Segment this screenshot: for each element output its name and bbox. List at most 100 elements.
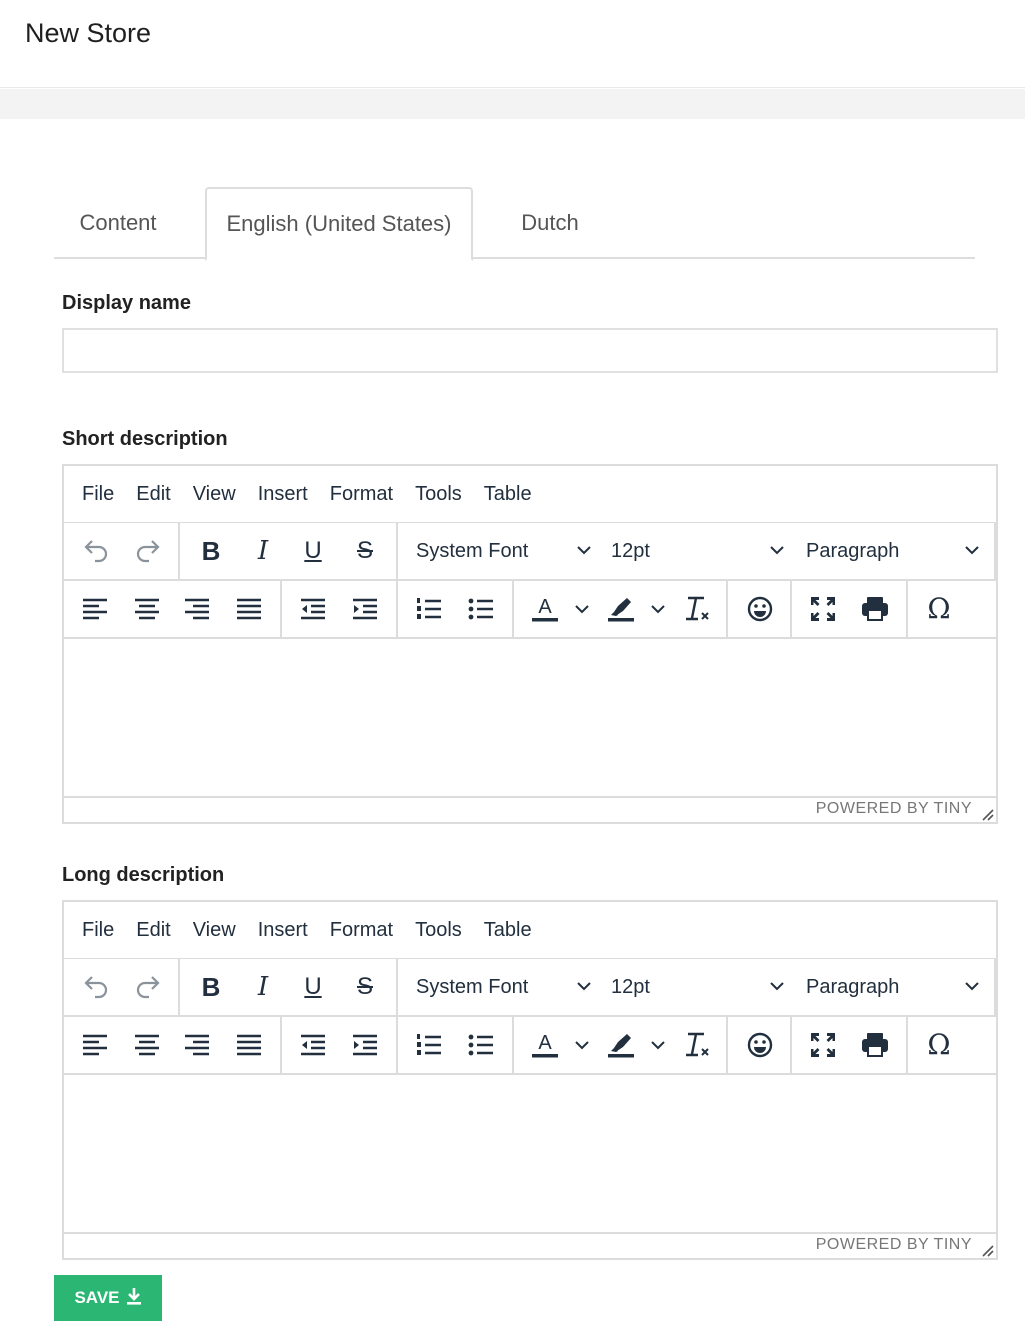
- format-group: B I U S: [180, 523, 398, 579]
- editor-content-area[interactable]: [64, 1077, 996, 1232]
- align-justify-icon[interactable]: [226, 581, 272, 637]
- menu-file[interactable]: File: [82, 919, 114, 942]
- align-center-icon[interactable]: [124, 581, 170, 637]
- powered-by-tiny-link[interactable]: POWERED BY TINY: [816, 800, 972, 818]
- special-character-icon[interactable]: Ω: [916, 1017, 962, 1073]
- align-left-icon[interactable]: [72, 1017, 118, 1073]
- print-icon[interactable]: [852, 1017, 898, 1073]
- undo-icon[interactable]: [72, 959, 118, 1015]
- redo-icon[interactable]: [126, 523, 172, 579]
- chevron-down-icon[interactable]: [644, 581, 672, 637]
- editor-menubar: File Edit View Insert Format Tools Table: [64, 902, 996, 959]
- download-icon: [126, 1287, 142, 1310]
- underline-icon[interactable]: U: [290, 523, 336, 579]
- fullscreen-icon[interactable]: [800, 581, 846, 637]
- align-right-icon[interactable]: [174, 1017, 220, 1073]
- menu-insert[interactable]: Insert: [258, 483, 308, 506]
- tab-content[interactable]: Content: [54, 187, 182, 259]
- menu-table[interactable]: Table: [484, 483, 532, 506]
- toolbar-end-divider: [994, 523, 996, 579]
- block-format-value: Paragraph: [806, 539, 900, 562]
- align-group: [64, 581, 282, 637]
- menu-format[interactable]: Format: [330, 483, 393, 506]
- svg-text:A: A: [538, 1032, 552, 1054]
- history-group: [64, 523, 180, 579]
- font-size-value: 12pt: [611, 539, 650, 562]
- highlight-icon[interactable]: [598, 1017, 644, 1073]
- editor-statusbar: POWERED BY TINY: [64, 1232, 996, 1258]
- align-justify-icon[interactable]: [226, 1017, 272, 1073]
- special-character-icon[interactable]: Ω: [916, 581, 962, 637]
- italic-icon[interactable]: I: [240, 523, 286, 579]
- outdent-icon[interactable]: [290, 581, 336, 637]
- bold-icon[interactable]: B: [188, 959, 234, 1015]
- chevron-down-icon[interactable]: [568, 1017, 596, 1073]
- chevron-down-icon[interactable]: [568, 581, 596, 637]
- indent-icon[interactable]: [342, 581, 388, 637]
- indent-group: [282, 1017, 398, 1073]
- menu-file[interactable]: File: [82, 483, 114, 506]
- align-center-icon[interactable]: [124, 1017, 170, 1073]
- emoticons-icon[interactable]: [737, 1017, 783, 1073]
- menu-tools[interactable]: Tools: [415, 483, 462, 506]
- text-color-icon[interactable]: A: [522, 1017, 568, 1073]
- font-size-select[interactable]: 12pt: [611, 959, 785, 1015]
- menu-edit[interactable]: Edit: [136, 483, 170, 506]
- bullet-list-icon[interactable]: [458, 1017, 504, 1073]
- chevron-down-icon: [965, 982, 979, 991]
- text-color-icon[interactable]: A: [522, 581, 568, 637]
- clear-formatting-icon[interactable]: [674, 581, 720, 637]
- chevron-down-icon: [577, 546, 591, 555]
- menu-edit[interactable]: Edit: [136, 919, 170, 942]
- font-family-select[interactable]: System Font: [416, 959, 592, 1015]
- strikethrough-icon[interactable]: S: [342, 523, 388, 579]
- editor-content-area[interactable]: [64, 641, 996, 796]
- chevron-down-icon[interactable]: [644, 1017, 672, 1073]
- underline-icon[interactable]: U: [290, 959, 336, 1015]
- emoticons-group: [728, 1017, 792, 1073]
- align-right-icon[interactable]: [174, 581, 220, 637]
- menu-view[interactable]: View: [193, 919, 236, 942]
- resize-handle-icon[interactable]: [980, 1243, 994, 1257]
- block-format-select[interactable]: Paragraph: [806, 523, 980, 579]
- fullscreen-icon[interactable]: [800, 1017, 846, 1073]
- menu-insert[interactable]: Insert: [258, 919, 308, 942]
- outdent-icon[interactable]: [290, 1017, 336, 1073]
- page-title: New Store: [25, 18, 152, 48]
- clear-formatting-icon[interactable]: [674, 1017, 720, 1073]
- font-size-value: 12pt: [611, 975, 650, 998]
- bold-icon[interactable]: B: [188, 523, 234, 579]
- menu-table[interactable]: Table: [484, 919, 532, 942]
- resize-handle-icon[interactable]: [980, 807, 994, 821]
- indent-icon[interactable]: [342, 1017, 388, 1073]
- powered-by-tiny-link[interactable]: POWERED BY TINY: [816, 1236, 972, 1254]
- view-group: [792, 581, 908, 637]
- tab-dutch[interactable]: Dutch: [494, 187, 606, 259]
- align-left-icon[interactable]: [72, 581, 118, 637]
- language-tabs: Content English (United States) Dutch: [54, 187, 975, 261]
- emoticons-icon[interactable]: [737, 581, 783, 637]
- block-format-select[interactable]: Paragraph: [806, 959, 980, 1015]
- print-icon[interactable]: [852, 581, 898, 637]
- numbered-list-icon[interactable]: [406, 581, 452, 637]
- menu-format[interactable]: Format: [330, 919, 393, 942]
- chevron-down-icon: [577, 982, 591, 991]
- redo-icon[interactable]: [126, 959, 172, 1015]
- numbered-list-icon[interactable]: [406, 1017, 452, 1073]
- menu-tools[interactable]: Tools: [415, 919, 462, 942]
- tab-english-united-states[interactable]: English (United States): [205, 187, 473, 261]
- highlight-icon[interactable]: [598, 581, 644, 637]
- strikethrough-icon[interactable]: S: [342, 959, 388, 1015]
- save-button[interactable]: SAVE: [54, 1275, 162, 1321]
- page-header: New Store: [0, 0, 1025, 88]
- display-name-input[interactable]: [62, 328, 998, 373]
- display-name-label: Display name: [62, 292, 191, 314]
- menu-view[interactable]: View: [193, 483, 236, 506]
- list-group: [398, 581, 514, 637]
- font-family-value: System Font: [416, 539, 529, 562]
- italic-icon[interactable]: I: [240, 959, 286, 1015]
- font-family-select[interactable]: System Font: [416, 523, 592, 579]
- undo-icon[interactable]: [72, 523, 118, 579]
- font-size-select[interactable]: 12pt: [611, 523, 785, 579]
- bullet-list-icon[interactable]: [458, 581, 504, 637]
